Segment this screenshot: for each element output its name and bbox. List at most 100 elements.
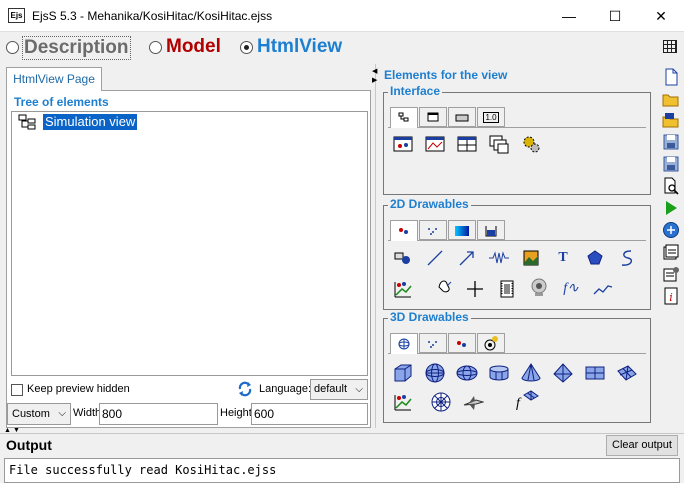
function-icon[interactable]: f∿ xyxy=(560,278,582,300)
surface-icon[interactable] xyxy=(616,362,638,384)
splitter-right-arrow-icon[interactable]: ▶ xyxy=(372,76,377,84)
arrow-icon[interactable] xyxy=(456,247,478,269)
save-as-icon[interactable] xyxy=(662,155,680,173)
image-icon[interactable] xyxy=(520,247,542,269)
size-mode-select[interactable]: Custom ⌵ xyxy=(7,403,71,425)
description-radio[interactable] xyxy=(6,41,19,54)
open-folder-icon[interactable] xyxy=(662,91,680,109)
window-icon xyxy=(427,112,439,122)
tree-item-simulation-view[interactable]: Simulation view xyxy=(43,114,138,130)
splitter-left-arrow-icon[interactable]: ◀ xyxy=(372,67,377,75)
spring-icon[interactable] xyxy=(488,247,510,269)
film-icon[interactable] xyxy=(496,278,518,300)
gradient-tab-icon xyxy=(455,226,469,236)
language-label: Language: xyxy=(259,383,311,395)
width-input[interactable]: 800 xyxy=(99,403,218,425)
plotting-panel-icon[interactable] xyxy=(424,133,446,155)
box-icon[interactable] xyxy=(392,362,414,384)
sphere-icon[interactable] xyxy=(424,362,446,384)
tab-interface-panels[interactable] xyxy=(390,107,418,128)
tab-3d-groups[interactable] xyxy=(448,333,476,353)
height-input[interactable]: 600 xyxy=(251,403,368,425)
language-select[interactable]: default ⌵ xyxy=(310,379,368,400)
model-radio[interactable] xyxy=(149,41,162,54)
cross-icon[interactable] xyxy=(464,278,486,300)
cylinder-icon[interactable] xyxy=(488,362,510,384)
plane-icon[interactable] xyxy=(584,362,606,384)
output-title: Output xyxy=(6,437,52,453)
drawing-panel-icon[interactable] xyxy=(392,133,414,155)
windows-icon[interactable] xyxy=(488,133,510,155)
chevron-down-icon: ⌵ xyxy=(355,384,363,395)
output-text-area[interactable]: File successfully read KosiHitac.ejss xyxy=(4,458,680,483)
package-icon[interactable] xyxy=(662,221,680,239)
clear-output-button[interactable]: Clear output xyxy=(606,435,678,456)
width-label: Width xyxy=(73,407,102,419)
tab-3d-sets[interactable] xyxy=(419,333,447,353)
drawables-3d-group: 3D Drawables f xyxy=(383,310,651,423)
description-mode-label[interactable]: Description xyxy=(22,36,131,60)
hand-icon[interactable] xyxy=(434,276,456,298)
interface-group: Interface 1.0 xyxy=(383,84,651,195)
splitter-up-arrow-icon[interactable]: ▲ xyxy=(4,427,11,434)
dots-tab-icon xyxy=(428,228,437,235)
tab-interface-fields[interactable]: 1.0 xyxy=(477,107,505,127)
element-tree[interactable]: Simulation view xyxy=(11,111,368,376)
tab-3d-transforms[interactable] xyxy=(477,333,505,353)
tab-interface-windows[interactable] xyxy=(419,107,447,127)
htmlview-radio[interactable] xyxy=(240,41,253,54)
splitter-down-arrow-icon[interactable]: ▼ xyxy=(13,427,20,434)
shuttle-icon[interactable] xyxy=(462,391,484,413)
htmlview-mode-label[interactable]: HtmlView xyxy=(257,36,342,58)
grid-view-icon[interactable] xyxy=(663,40,677,53)
trace-icon[interactable] xyxy=(392,278,414,300)
text-icon[interactable]: T xyxy=(552,247,574,269)
maximize-button[interactable]: ☐ xyxy=(592,0,638,32)
tab-2d-sets[interactable] xyxy=(419,220,447,240)
tab-interface-buttons[interactable] xyxy=(448,107,476,127)
refresh-icon[interactable] xyxy=(237,381,253,397)
htmlview-page-panel: Tree of elements Simulation view Keep pr… xyxy=(6,90,371,428)
shape-icon[interactable] xyxy=(392,247,414,269)
ellipsoid-icon[interactable] xyxy=(456,362,478,384)
sphere-tab-icon xyxy=(398,338,410,350)
polygon-icon[interactable] xyxy=(584,247,606,269)
tree-header: Tree of elements xyxy=(14,95,109,109)
minimize-button[interactable]: — xyxy=(546,0,592,32)
mesh-sphere-icon[interactable] xyxy=(430,391,452,413)
export-icon[interactable] xyxy=(662,243,680,261)
title-bar: Ejs EjsS 5.3 - Mehanika/KosiHitac/KosiHi… xyxy=(0,0,684,32)
info-icon[interactable]: i xyxy=(662,287,680,305)
function3d-icon[interactable]: f xyxy=(514,390,539,413)
interface-group-label: Interface xyxy=(388,84,443,98)
container-tab-icon xyxy=(485,226,497,237)
options-icon[interactable] xyxy=(662,265,680,283)
save-icon[interactable] xyxy=(662,133,680,151)
tab-htmlview-page[interactable]: HtmlView Page xyxy=(6,67,102,91)
gears-icon[interactable] xyxy=(520,133,542,155)
cone-icon[interactable] xyxy=(520,362,542,384)
segment-icon[interactable] xyxy=(424,247,446,269)
horizontal-splitter[interactable] xyxy=(0,428,684,434)
close-button[interactable]: ✕ xyxy=(638,0,684,32)
tab-2d-basic[interactable] xyxy=(390,220,418,241)
window-title: EjsS 5.3 - Mehanika/KosiHitac/KosiHitac.… xyxy=(32,9,273,23)
model-mode-label[interactable]: Model xyxy=(166,36,221,58)
curve-icon[interactable] xyxy=(592,278,614,300)
vertical-splitter[interactable] xyxy=(375,64,378,428)
tetrahedron-icon[interactable] xyxy=(552,362,574,384)
tab-2d-fields[interactable] xyxy=(448,220,476,240)
size-mode-value: Custom xyxy=(12,408,50,420)
trace3d-icon[interactable] xyxy=(392,391,414,413)
run-icon[interactable] xyxy=(662,199,680,217)
open-examples-icon[interactable] xyxy=(662,111,680,129)
search-icon[interactable] xyxy=(662,177,680,195)
button-icon xyxy=(455,114,469,122)
tab-2d-containers[interactable] xyxy=(477,220,505,240)
trail-icon[interactable] xyxy=(616,247,638,269)
tab-3d-basic[interactable] xyxy=(390,333,418,354)
keep-preview-hidden-checkbox[interactable] xyxy=(11,384,23,396)
new-file-icon[interactable] xyxy=(662,68,680,86)
camera-icon[interactable] xyxy=(528,276,550,298)
panel-icon[interactable] xyxy=(456,133,478,155)
